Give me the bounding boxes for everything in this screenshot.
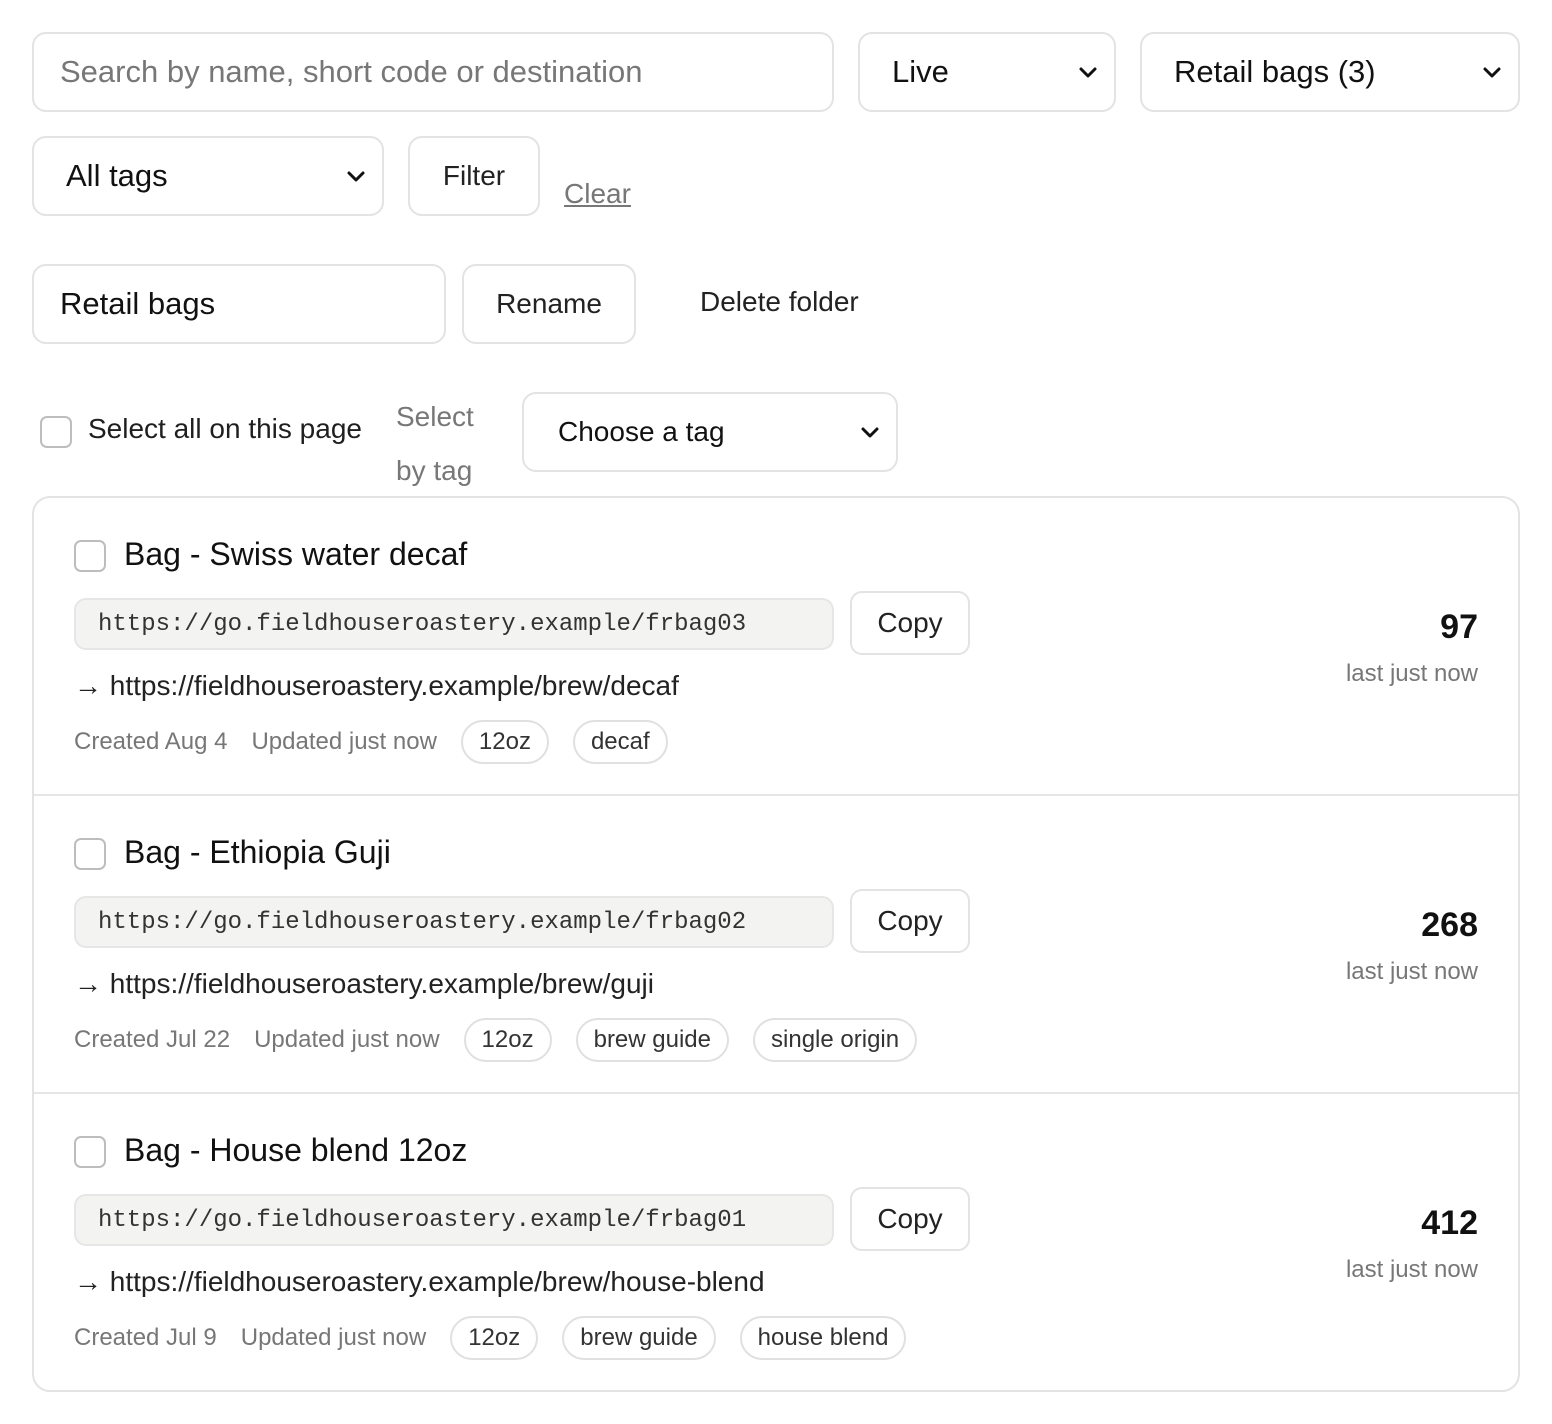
link-meta: Created Aug 4 Updated just now 12oz deca… xyxy=(74,720,668,764)
click-count: 412 xyxy=(1421,1204,1478,1242)
links-list: Bag - Swiss water decaf https://go.field… xyxy=(32,496,1520,1392)
chevron-down-icon xyxy=(346,166,366,186)
copy-button[interactable]: Copy xyxy=(850,1187,970,1251)
clear-link[interactable]: Clear xyxy=(564,178,631,210)
last-click: last just now xyxy=(1345,958,1478,985)
updated-date: Updated just now xyxy=(254,1026,440,1053)
link-checkbox[interactable] xyxy=(74,838,106,870)
status-select[interactable]: Live xyxy=(858,32,1116,112)
updated-date: Updated just now xyxy=(251,728,437,755)
tag-chip[interactable]: brew guide xyxy=(562,1316,716,1360)
status-select-value: Live xyxy=(892,54,949,89)
select-all-label: Select all on this page xyxy=(88,413,362,444)
chevron-down-icon xyxy=(1078,62,1098,82)
chevron-down-icon xyxy=(1482,62,1502,82)
link-checkbox[interactable] xyxy=(74,540,106,572)
created-date: Created Aug 4 xyxy=(74,728,228,755)
short-url-field[interactable]: https://go.fieldhouseroastery.example/fr… xyxy=(74,598,834,650)
choose-tag-select[interactable]: Choose a tag xyxy=(522,392,898,472)
delete-folder-button[interactable]: Delete folder xyxy=(700,286,859,318)
link-item: Bag - Ethiopia Guji https://go.fieldhous… xyxy=(34,796,1518,1094)
search-placeholder: Search by name, short code or destinatio… xyxy=(60,54,643,89)
link-checkbox[interactable] xyxy=(74,1136,106,1168)
filter-button[interactable]: Filter xyxy=(408,136,540,216)
select-all-checkbox[interactable] xyxy=(40,416,72,448)
destination-url[interactable]: → https://fieldhouseroastery.example/bre… xyxy=(74,670,679,702)
tag-chip[interactable]: 12oz xyxy=(450,1316,539,1360)
copy-button[interactable]: Copy xyxy=(850,889,970,953)
last-click: last just now xyxy=(1345,660,1478,687)
click-count: 97 xyxy=(1440,608,1478,646)
chevron-down-icon xyxy=(860,422,880,442)
folder-select-value: Retail bags (3) xyxy=(1174,54,1376,89)
folder-name-input[interactable]: Retail bags xyxy=(32,264,446,344)
link-meta: Created Jul 22 Updated just now 12oz bre… xyxy=(74,1018,918,1062)
link-item: Bag - Swiss water decaf https://go.field… xyxy=(34,498,1518,796)
choose-tag-value: Choose a tag xyxy=(558,416,725,447)
destination-url[interactable]: → https://fieldhouseroastery.example/bre… xyxy=(74,968,654,1000)
created-date: Created Jul 9 xyxy=(74,1324,217,1351)
last-click: last just now xyxy=(1345,1256,1478,1283)
click-count: 268 xyxy=(1421,906,1478,944)
tag-chip[interactable]: 12oz xyxy=(460,720,549,764)
link-title: Bag - Ethiopia Guji xyxy=(124,834,391,870)
short-url-field[interactable]: https://go.fieldhouseroastery.example/fr… xyxy=(74,896,834,948)
rename-button[interactable]: Rename xyxy=(462,264,636,344)
link-item: Bag - House blend 12oz https://go.fieldh… xyxy=(34,1094,1518,1390)
search-input[interactable]: Search by name, short code or destinatio… xyxy=(32,32,834,112)
created-date: Created Jul 22 xyxy=(74,1026,231,1053)
link-title: Bag - House blend 12oz xyxy=(124,1132,468,1168)
short-url-field[interactable]: https://go.fieldhouseroastery.example/fr… xyxy=(74,1194,834,1246)
copy-button[interactable]: Copy xyxy=(850,591,970,655)
folder-select[interactable]: Retail bags (3) xyxy=(1140,32,1520,112)
tag-chip[interactable]: house blend xyxy=(739,1316,907,1360)
tag-chip[interactable]: 12oz xyxy=(463,1018,552,1062)
updated-date: Updated just now xyxy=(240,1324,427,1351)
select-by-tag-label: Select by tag xyxy=(396,401,474,486)
tag-chip[interactable]: brew guide xyxy=(575,1018,730,1062)
destination-url[interactable]: → https://fieldhouseroastery.example/bre… xyxy=(74,1266,765,1298)
tags-select-value: All tags xyxy=(66,158,168,193)
link-meta: Created Jul 9 Updated just now 12oz brew… xyxy=(74,1316,907,1360)
tag-chip[interactable]: decaf xyxy=(572,720,668,764)
tags-select[interactable]: All tags xyxy=(32,136,384,216)
link-title: Bag - Swiss water decaf xyxy=(124,536,468,572)
tag-chip[interactable]: single origin xyxy=(753,1018,918,1062)
folder-name-value: Retail bags xyxy=(60,286,216,321)
